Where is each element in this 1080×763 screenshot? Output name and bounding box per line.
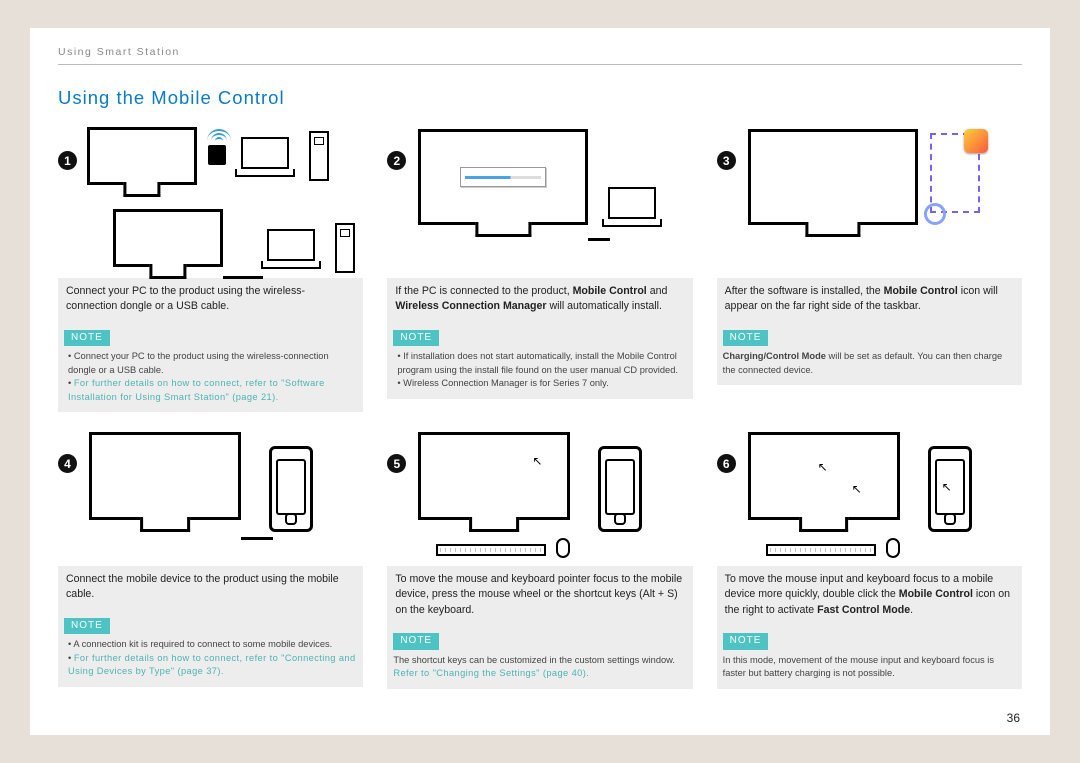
note-text: In this mode, movement of the mouse inpu… bbox=[723, 654, 1016, 681]
step-caption: Connect the mobile device to the product… bbox=[58, 566, 363, 609]
note-block: NOTE Connect your PC to the product usin… bbox=[58, 321, 363, 412]
note-block: NOTE In this mode, movement of the mouse… bbox=[717, 624, 1022, 688]
step-5: 5 ↖ To move the mouse and keyboard point… bbox=[387, 426, 692, 689]
magnifier-icon bbox=[924, 203, 946, 225]
page-title: Using the Mobile Control bbox=[58, 87, 1022, 109]
steps-grid: 1 bbox=[58, 123, 1022, 689]
step-number: 6 bbox=[717, 454, 736, 473]
note-block: NOTE A connection kit is required to con… bbox=[58, 609, 363, 687]
step-2: 2 If the PC is connected to the product,… bbox=[387, 123, 692, 412]
step-number: 4 bbox=[58, 454, 77, 473]
note-item: Connect your PC to the product using the… bbox=[68, 350, 357, 377]
step-number: 3 bbox=[717, 151, 736, 170]
note-text: Charging/Control Mode will be set as def… bbox=[723, 350, 1016, 377]
mouse-icon bbox=[886, 538, 900, 558]
note-badge: NOTE bbox=[393, 633, 439, 650]
note-badge: NOTE bbox=[393, 330, 439, 347]
note-item: If installation does not start automatic… bbox=[397, 350, 686, 377]
note-badge: NOTE bbox=[64, 330, 110, 347]
manual-page: Using Smart Station Using the Mobile Con… bbox=[30, 28, 1050, 735]
note-block: NOTE Charging/Control Mode will be set a… bbox=[717, 321, 1022, 385]
note-block: NOTE The shortcut keys can be customized… bbox=[387, 624, 692, 688]
step-3: 3 After the software is installed, the M… bbox=[717, 123, 1022, 412]
note-item: Wireless Connection Manager is for Serie… bbox=[397, 377, 686, 390]
note-badge: NOTE bbox=[64, 618, 110, 635]
step-caption: To move the mouse and keyboard pointer f… bbox=[387, 566, 692, 624]
keyboard-icon bbox=[766, 544, 876, 556]
breadcrumb: Using Smart Station bbox=[58, 46, 1022, 65]
step-caption: To move the mouse input and keyboard foc… bbox=[717, 566, 1022, 624]
note-item: A connection kit is required to connect … bbox=[68, 638, 357, 651]
mobile-control-icon bbox=[964, 129, 988, 153]
step-4: 4 Connect the mobile device to the produ… bbox=[58, 426, 363, 689]
step-caption: After the software is installed, the Mob… bbox=[717, 278, 1022, 321]
note-badge: NOTE bbox=[723, 330, 769, 347]
step-caption: If the PC is connected to the product, M… bbox=[387, 278, 692, 321]
step-number: 2 bbox=[387, 151, 406, 170]
step-6: 6 ↖ ↖ ↖ To move the mouse input and keyb… bbox=[717, 426, 1022, 689]
note-item: For further details on how to connect, r… bbox=[68, 377, 357, 404]
step-1: 1 bbox=[58, 123, 363, 412]
cursor-icon: ↖ bbox=[852, 482, 862, 496]
keyboard-icon bbox=[436, 544, 546, 556]
cursor-icon: ↖ bbox=[532, 454, 542, 468]
step-number: 1 bbox=[58, 151, 77, 170]
cursor-icon: ↖ bbox=[818, 460, 828, 474]
note-item: For further details on how to connect, r… bbox=[68, 652, 357, 679]
note-badge: NOTE bbox=[723, 633, 769, 650]
note-text: The shortcut keys can be customized in t… bbox=[393, 654, 686, 681]
cursor-icon: ↖ bbox=[942, 480, 952, 494]
step-number: 5 bbox=[387, 454, 406, 473]
note-block: NOTE If installation does not start auto… bbox=[387, 321, 692, 399]
step-caption: Connect your PC to the product using the… bbox=[58, 278, 363, 321]
page-number: 36 bbox=[1007, 711, 1020, 725]
mouse-icon bbox=[556, 538, 570, 558]
